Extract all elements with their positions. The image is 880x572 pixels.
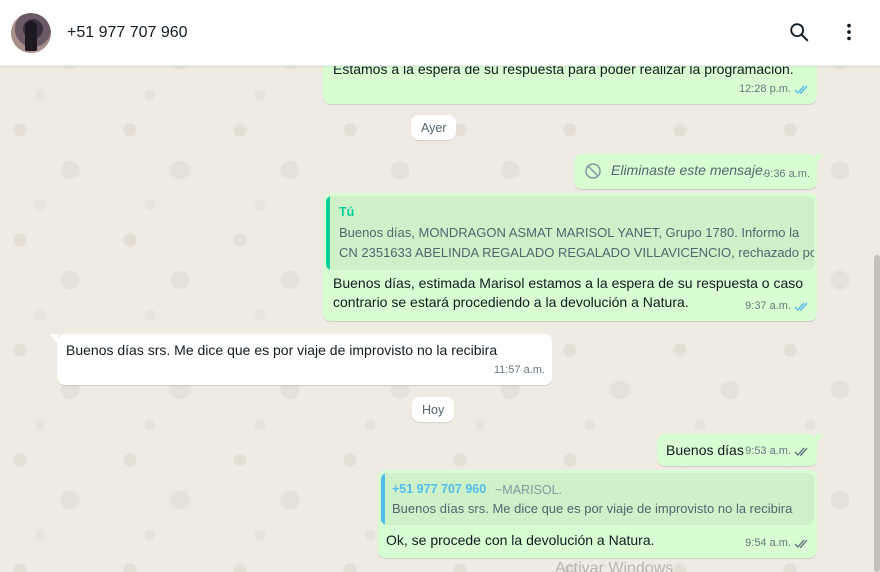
message-time: 9:37 a.m. [745,300,791,312]
quote-author: Tú [339,205,355,219]
message-list[interactable]: Estamos a la espera de su respuesta para… [0,66,880,572]
quote-text-line1: Buenos días, MONDRAGON ASMAT MARISOL YAN… [339,225,800,240]
date-label: Hoy [422,402,445,417]
message-meta: 9:54 a.m. [745,534,810,553]
read-ticks-icon [794,302,808,312]
message-outgoing-reply[interactable]: +51 977 707 960 ~MARISOL. Buenos días sr… [378,470,817,558]
os-watermark: Activar Windows [555,560,674,572]
contact-name[interactable]: +51 977 707 960 [67,24,188,42]
message-time: 9:36 a.m. [764,168,810,180]
message-text: Ok, se procede con la devolución a Natur… [386,532,655,548]
message-meta: 11:57 a.m. [494,361,545,380]
read-ticks-icon [794,85,808,95]
message-meta: 9:53 a.m. [745,442,810,461]
message-meta: 9:37 a.m. [745,297,810,316]
deleted-icon [585,163,601,179]
date-label: Ayer [421,120,447,135]
date-separator: Ayer [411,115,457,140]
quoted-message[interactable]: +51 977 707 960 ~MARISOL. Buenos días sr… [381,473,814,525]
date-separator: Hoy [412,397,455,422]
contact-avatar[interactable] [11,13,51,53]
message-outgoing[interactable]: Buenos días 9:53 a.m. [657,434,824,466]
search-icon[interactable] [787,20,811,44]
quote-bar [326,196,330,270]
message-time: 9:53 a.m. [745,445,791,457]
message-text: Buenos días srs. Me dice que es por viaj… [66,342,498,358]
quote-author: +51 977 707 960 [392,482,487,496]
message-deleted[interactable]: Eliminaste este mensaje. 9:36 a.m. [574,154,824,189]
quote-text-line2: CN 2351633 ABELINDA REGALADO REGALADO VI… [339,245,814,260]
message-time: 11:57 a.m. [493,364,545,376]
quote-text: Buenos días srs. Me dice que es por viaj… [392,501,793,516]
message-time: 9:54 a.m. [745,537,791,549]
scrollbar[interactable] [874,255,880,572]
delivered-ticks-icon [794,447,808,457]
message-text-line1: Buenos días, estimada Marisol estamos a … [333,275,804,291]
message-text: Buenos días [666,442,744,458]
message-outgoing-reply[interactable]: Tú Buenos días, MONDRAGON ASMAT MARISOL … [323,193,817,321]
quoted-message[interactable]: Tú Buenos días, MONDRAGON ASMAT MARISOL … [326,196,814,270]
message-outgoing[interactable]: Estamos a la espera de su respuesta para… [323,66,817,104]
message-meta: 12:28 p.m. [739,80,810,99]
message-incoming[interactable]: Buenos días srs. Me dice que es por viaj… [50,334,552,385]
message-text-line2: contrario se estará procediendo a la dev… [333,294,689,310]
message-text: Estamos a la espera de su respuesta para… [333,66,794,77]
chat-header: +51 977 707 960 [0,0,880,66]
message-meta: 9:36 a.m. [764,165,810,184]
deleted-text: Eliminaste este mensaje. [611,162,767,178]
quote-pushname: ~MARISOL. [495,483,563,497]
menu-dots-icon[interactable] [837,20,861,44]
quote-bar [381,473,385,525]
delivered-ticks-icon [794,539,808,549]
message-time: 12:28 p.m. [739,83,791,95]
